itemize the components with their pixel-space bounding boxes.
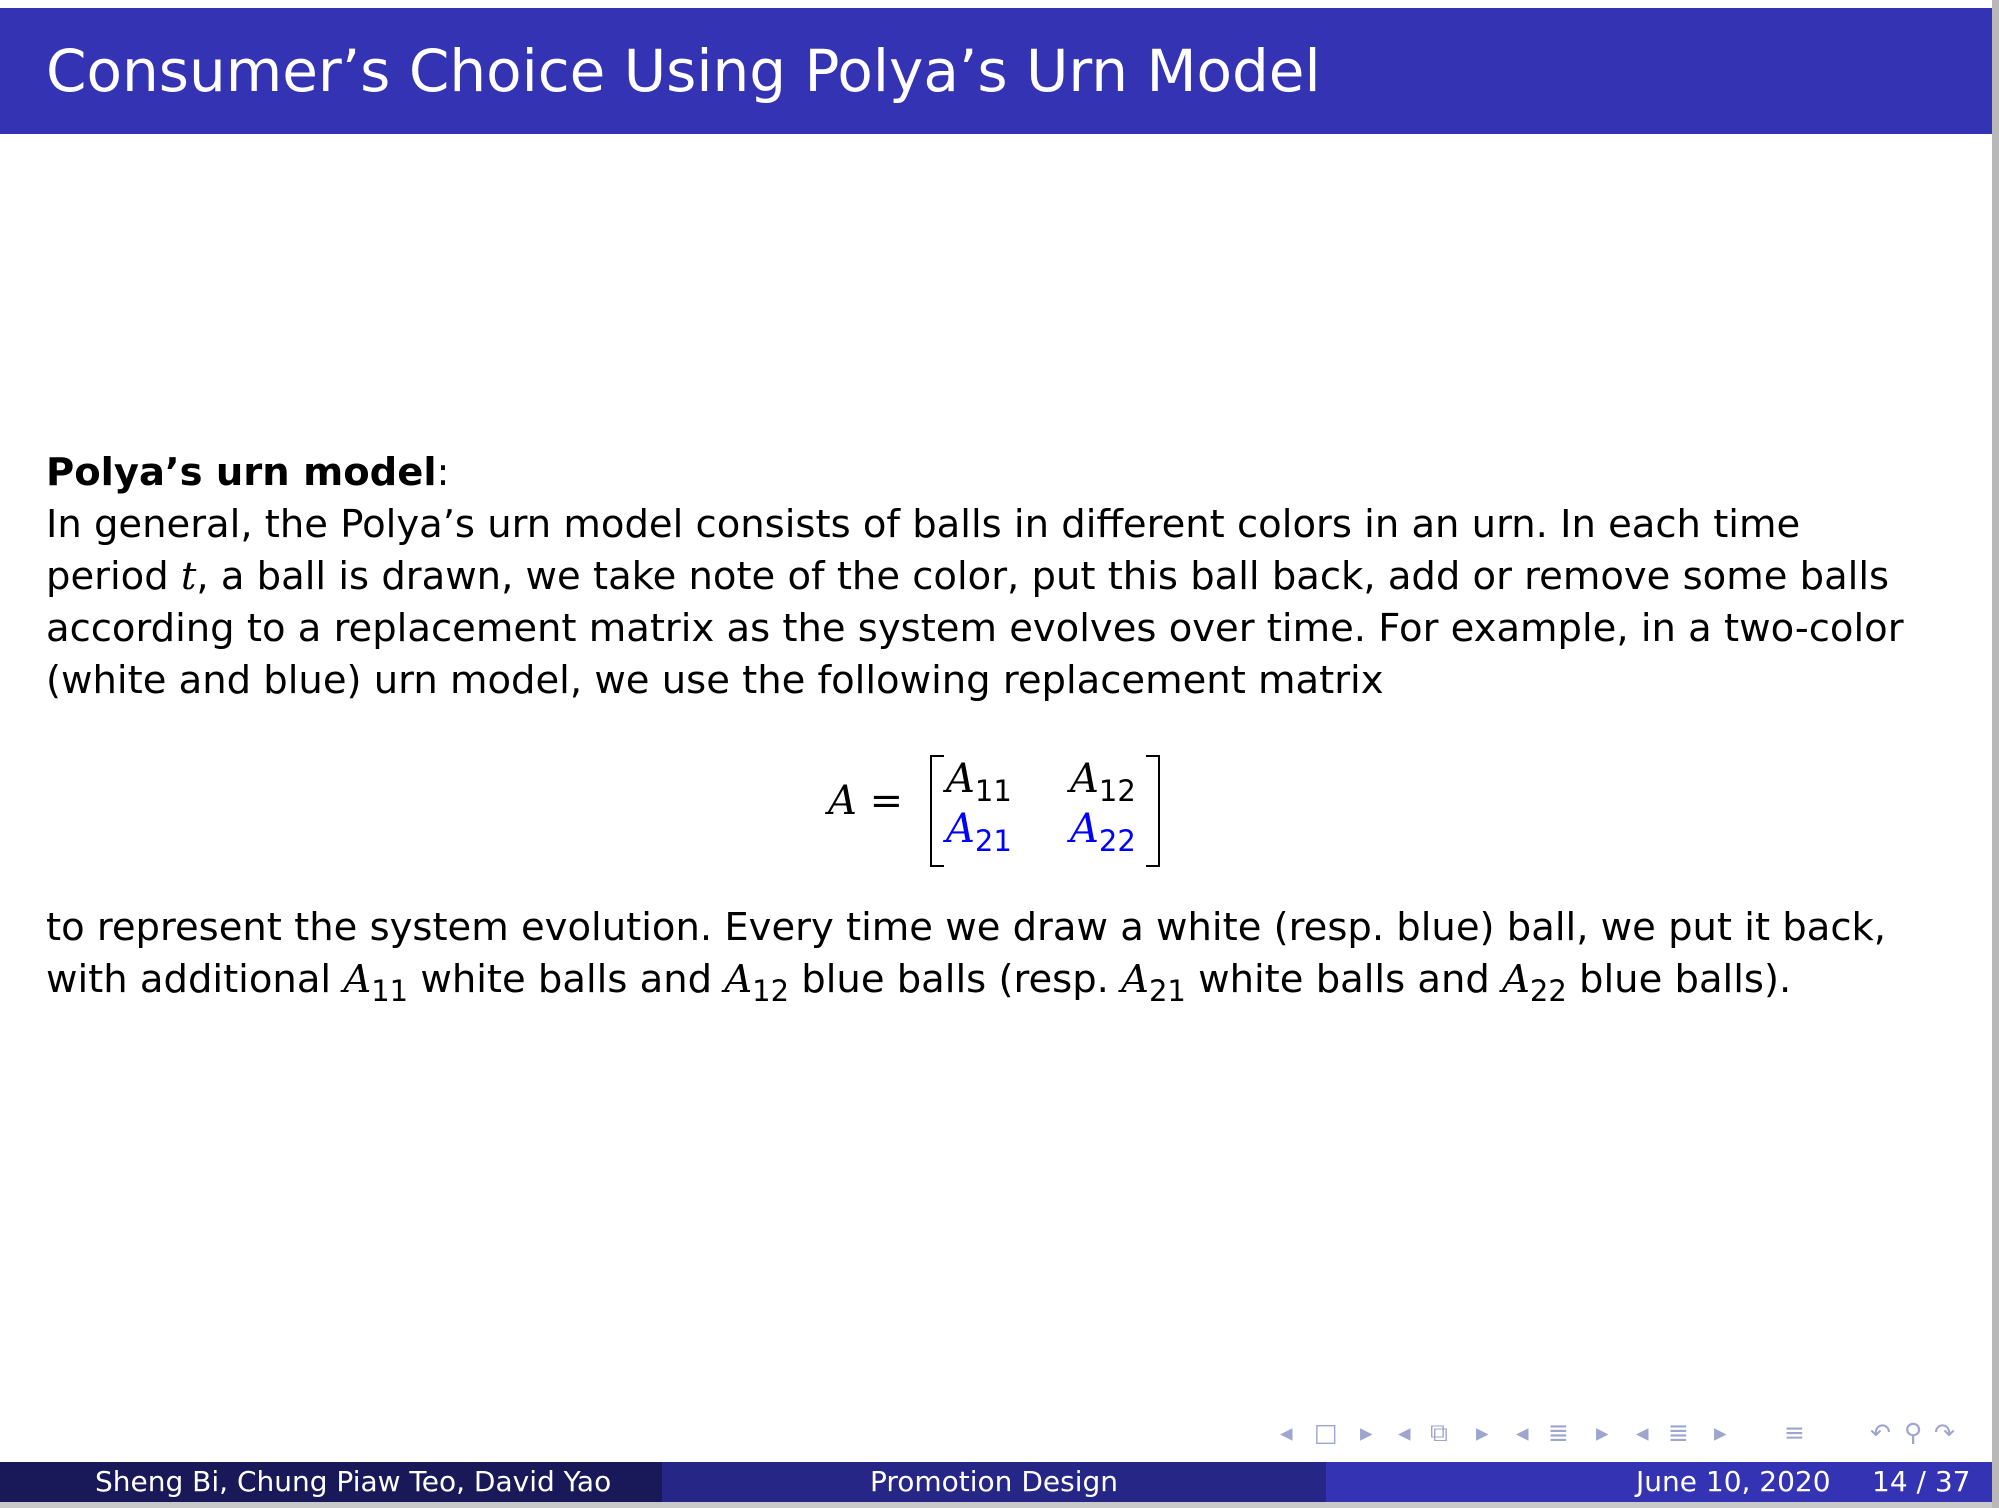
section-heading: Polya’s urn model: — [46, 447, 1926, 499]
prev-subsection-arrow-icon[interactable]: ◂ — [1398, 1418, 1411, 1447]
matrix-cell-a21: A21 — [946, 806, 1012, 858]
heading-colon: : — [436, 450, 450, 495]
prev-document-arrow-icon[interactable]: ◂ — [1636, 1418, 1649, 1447]
footer-authors: Sheng Bi, Chung Piaw Teo, David Yao — [95, 1465, 612, 1498]
beamer-navigation-bar: ◂ □ ▸ ◂ ⧉ ▸ ◂ ≣ ▸ ◂ ≣ ▸ ≡ ↶ ⚲ ↷ — [1280, 1418, 1980, 1452]
text-fragment: period — [46, 554, 181, 599]
math-variable: A — [1121, 957, 1149, 1002]
footer-page-number: 14 / 37 — [1872, 1465, 1971, 1498]
cell-base: A — [1070, 756, 1099, 802]
math-variable: A — [724, 957, 753, 1002]
window-right-border — [1992, 0, 1999, 1508]
next-section-arrow-icon[interactable]: ▸ — [1596, 1418, 1609, 1447]
matrix-cell-a22: A22 — [1070, 806, 1136, 858]
title-bar: Consumer’s Choice Using Polya’s Urn Mode… — [0, 8, 1992, 134]
slide: Consumer’s Choice Using Polya’s Urn Mode… — [0, 0, 1992, 1502]
footer-date-section: June 10, 2020 14 / 37 — [1326, 1462, 1992, 1502]
matrix-cell-a12: A12 — [1070, 756, 1136, 808]
slide-title: Consumer’s Choice Using Polya’s Urn Mode… — [46, 37, 1321, 105]
paragraph-line: period t, a ball is drawn, we take note … — [46, 551, 1926, 603]
document-icon[interactable]: ≣ — [1668, 1418, 1689, 1447]
paragraph-intro: In general, the Polya’s urn model consis… — [46, 499, 1926, 707]
cell-subscript: 12 — [1098, 774, 1136, 808]
text-fragment: , a ball is drawn, we take note of the c… — [196, 554, 1890, 599]
cell-base: A — [946, 756, 975, 802]
footer-title-section: Promotion Design — [662, 1462, 1326, 1502]
cell-subscript: 11 — [974, 774, 1012, 808]
frame-icon[interactable]: □ — [1314, 1418, 1338, 1447]
matrix-right-bracket — [1146, 755, 1160, 867]
footer-short-title: Promotion Design — [869, 1465, 1119, 1498]
paragraph-line: (white and blue) urn model, we use the f… — [46, 658, 1384, 703]
math-subscript: 12 — [752, 974, 790, 1008]
section-icon[interactable]: ≣ — [1548, 1418, 1569, 1447]
heading-bold-text: Polya’s urn model — [46, 450, 437, 495]
cell-subscript: 22 — [1098, 824, 1136, 858]
prev-frame-arrow-icon[interactable]: ◂ — [1280, 1418, 1293, 1447]
paragraph-line: with additional A11 white balls and A12 … — [46, 954, 1926, 1008]
next-subsection-arrow-icon[interactable]: ▸ — [1476, 1418, 1489, 1447]
appendix-icon[interactable]: ≡ — [1784, 1418, 1805, 1447]
matrix-cell-a11: A11 — [946, 756, 1012, 808]
paragraph-line: to represent the system evolution. Every… — [46, 905, 1887, 950]
paragraph-explanation: to represent the system evolution. Every… — [46, 902, 1926, 1008]
text-fragment: with additional — [46, 957, 344, 1002]
paragraph-line: according to a replacement matrix as the… — [46, 606, 1904, 651]
math-variable: t — [180, 554, 197, 599]
paragraph-line: In general, the Polya’s urn model consis… — [46, 502, 1801, 547]
search-icon[interactable]: ⚲ — [1904, 1418, 1922, 1447]
back-icon[interactable]: ↶ — [1870, 1418, 1891, 1447]
footer-authors-section: Sheng Bi, Chung Piaw Teo, David Yao — [0, 1462, 662, 1502]
math-subscript: 21 — [1148, 974, 1186, 1008]
next-frame-arrow-icon[interactable]: ▸ — [1360, 1418, 1373, 1447]
forward-icon[interactable]: ↷ — [1934, 1418, 1955, 1447]
prev-section-arrow-icon[interactable]: ◂ — [1516, 1418, 1529, 1447]
math-subscript: 11 — [371, 974, 409, 1008]
footer-date: June 10, 2020 — [1636, 1465, 1831, 1498]
text-fragment: white balls and — [1185, 957, 1503, 1002]
subsection-icon[interactable]: ⧉ — [1430, 1418, 1448, 1448]
text-fragment: white balls and — [408, 957, 725, 1002]
matrix-left-bracket — [930, 755, 944, 867]
next-document-arrow-icon[interactable]: ▸ — [1714, 1418, 1727, 1447]
math-subscript: 22 — [1529, 974, 1567, 1008]
cell-base: A — [946, 806, 975, 852]
text-fragment: blue balls). — [1566, 957, 1792, 1002]
replacement-matrix-equation: A = A11 A12 A21 A22 — [828, 750, 1168, 868]
equation-lhs: A = — [828, 778, 904, 824]
footer-bar: Sheng Bi, Chung Piaw Teo, David Yao Prom… — [0, 1462, 1992, 1502]
cell-subscript: 21 — [974, 824, 1012, 858]
text-fragment: blue balls (resp. — [789, 957, 1122, 1002]
cell-base: A — [1070, 806, 1099, 852]
math-variable: A — [1502, 957, 1530, 1002]
math-variable: A — [343, 957, 372, 1002]
